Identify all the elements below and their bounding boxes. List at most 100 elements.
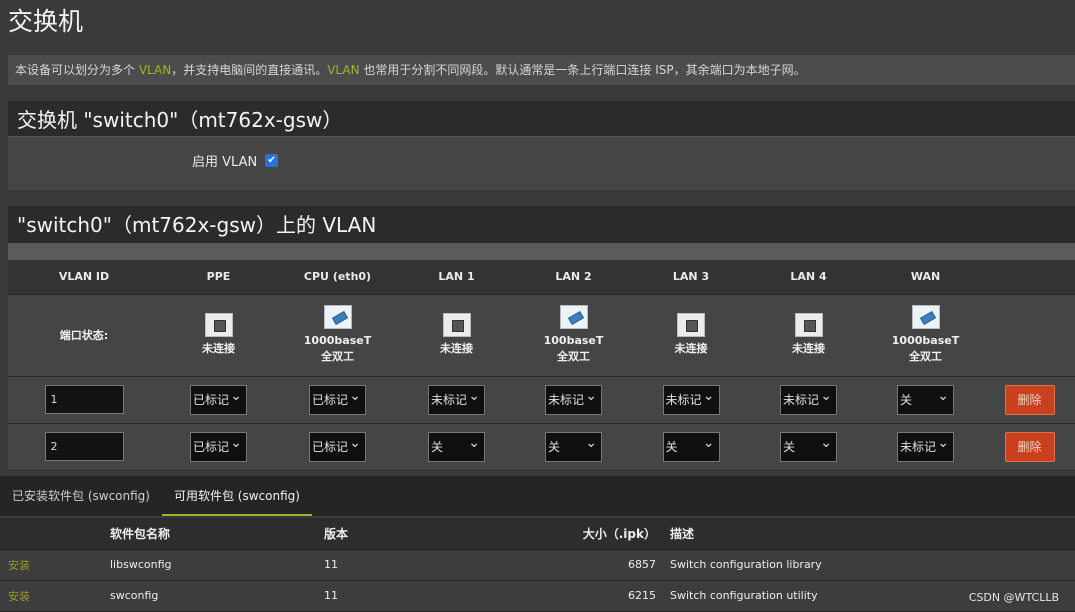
enable-vlan-row: 启用 VLAN ✔: [192, 151, 279, 170]
port-disconnected-icon: [677, 313, 705, 337]
port-setting-cell: 已标记: [160, 423, 277, 471]
checkmark-icon: ✔: [267, 155, 276, 166]
enable-vlan-label: 启用 VLAN: [192, 155, 258, 170]
package-column-header: 描述: [670, 518, 1075, 550]
port-setting-cell: 未标记: [750, 376, 867, 424]
column-header: WAN: [867, 260, 984, 295]
package-table: 软件包名称 版本 大小（.ipk） 描述 安装 libswconfig 11 6857 Swi…: [0, 518, 1075, 612]
port-tag-select[interactable]: 未标记: [780, 382, 837, 415]
vlan-id-input[interactable]: 1: [44, 385, 124, 414]
port-status-text: 未连接: [440, 342, 473, 355]
column-header: PPE: [160, 260, 277, 295]
port-status-cell: 1000baseT 全双工: [867, 294, 984, 377]
port-status-cell: 未连接: [398, 294, 515, 377]
vlan-id-input[interactable]: 2: [44, 432, 124, 461]
port-status-text: 未连接: [202, 342, 235, 355]
port-tag-select[interactable]: 未标记: [428, 382, 485, 415]
delete-vlan-button[interactable]: 删除: [1004, 384, 1055, 415]
vlan-section-title: "switch0"（mt762x-gsw）上的 VLAN: [8, 206, 1075, 243]
column-header: CPU (eth0): [277, 260, 398, 295]
delete-cell: 删除: [984, 376, 1075, 424]
install-cell: 安装: [0, 580, 110, 612]
package-column-header: 大小（.ipk）: [484, 518, 670, 550]
port-status-label: 端口状态:: [8, 294, 160, 377]
port-tag-select[interactable]: 未标记: [662, 382, 720, 415]
port-status-row: 端口状态: 未连接 1000baseT 全双工 未连接 100baseT 全双工 未连接 未连接…: [8, 294, 1075, 377]
port-status-text: 1000baseT: [303, 334, 372, 347]
port-status-text: 100baseT: [543, 334, 604, 347]
install-cell: 安装: [0, 549, 110, 581]
port-setting-cell: 未标记: [867, 423, 984, 471]
install-link[interactable]: 安装: [0, 559, 30, 572]
vlan-table-header: VLAN ID PPE CPU (eth0) LAN 1 LAN 2 LAN 3 LAN 4…: [8, 260, 1075, 295]
package-table-header: 软件包名称 版本 大小（.ipk） 描述: [0, 518, 1075, 550]
vlan-id-cell: 2: [8, 423, 160, 471]
port-disconnected-icon: [442, 313, 471, 337]
column-header: LAN 1: [398, 260, 515, 295]
column-header: LAN 4: [750, 260, 867, 295]
port-tag-select[interactable]: 关: [780, 429, 837, 462]
port-status-cell: 未连接: [750, 294, 867, 377]
port-tag-select[interactable]: 关: [545, 429, 602, 462]
vlan-table: VLAN ID PPE CPU (eth0) LAN 1 LAN 2 LAN 3 LAN 4…: [8, 260, 1075, 471]
column-header-actions: [984, 260, 1075, 295]
port-status-cell: 未连接: [160, 294, 277, 377]
port-tag-select[interactable]: 已标记: [190, 429, 247, 462]
port-disconnected-icon: [204, 313, 233, 337]
port-duplex-text: 全双工: [321, 350, 354, 363]
package-row: 安装 swconfig 11 6215 Switch configuration uti…: [0, 580, 1075, 612]
watermark: CSDN @WTCLLB: [968, 591, 1059, 604]
package-column-header: [0, 518, 110, 550]
port-status-text: 1000baseT: [891, 334, 960, 347]
page-title: 交换机: [8, 7, 84, 36]
package-tabs: 已安装软件包 (swconfig) 可用软件包 (swconfig): [0, 476, 1075, 516]
port-tag-select[interactable]: 关: [428, 429, 485, 462]
tab-available-packages[interactable]: 可用软件包 (swconfig): [161, 476, 312, 516]
package-version: 11: [324, 580, 484, 612]
install-link[interactable]: 安装: [0, 590, 30, 603]
vlan-section: "switch0"（mt762x-gsw）上的 VLAN VLAN ID PPE C…: [8, 206, 1075, 472]
port-tag-select[interactable]: 未标记: [545, 382, 602, 415]
port-setting-cell: 关: [515, 423, 632, 471]
tab-installed-packages[interactable]: 已安装软件包 (swconfig): [0, 476, 162, 516]
port-status-cell: 未连接: [632, 294, 750, 377]
column-header: LAN 2: [515, 260, 632, 295]
port-setting-cell: 已标记: [277, 423, 398, 471]
port-tag-select[interactable]: 已标记: [309, 429, 366, 462]
switch-section: 交换机 "switch0"（mt762x-gsw） 启用 VLAN ✔: [8, 101, 1075, 190]
port-tag-select[interactable]: 关: [662, 429, 720, 462]
port-disconnected-icon: [794, 313, 823, 337]
vlan-row: 1 已标记 已标记 未标记 未标记 未标记 未标记 关 删除: [8, 376, 1075, 424]
package-description: Switch configuration library: [670, 549, 1075, 581]
port-setting-cell: 关: [398, 423, 515, 471]
port-tag-select[interactable]: 关: [897, 382, 954, 415]
port-tag-select[interactable]: 已标记: [190, 382, 247, 415]
port-connected-icon: [911, 305, 940, 329]
package-name: swconfig: [110, 580, 324, 612]
port-setting-cell: 未标记: [632, 376, 750, 424]
package-column-header: 软件包名称: [110, 518, 324, 550]
package-row: 安装 libswconfig 11 6857 Switch configuration …: [0, 549, 1075, 581]
package-column-header: 版本: [324, 518, 484, 550]
port-tag-select[interactable]: 已标记: [309, 382, 366, 415]
delete-cell: 删除: [984, 423, 1075, 471]
port-setting-cell: 关: [750, 423, 867, 471]
port-duplex-text: 全双工: [909, 350, 942, 363]
page-description: 本设备可以划分为多个 VLAN，并支持电脑间的直接通讯。VLAN 也常用于分割不…: [8, 55, 1075, 85]
package-size: 6857: [484, 549, 670, 581]
port-setting-cell: 关: [632, 423, 750, 471]
port-setting-cell: 未标记: [398, 376, 515, 424]
enable-vlan-checkbox[interactable]: ✔: [265, 154, 279, 167]
port-setting-cell: 未标记: [515, 376, 632, 424]
port-status-cell: 100baseT 全双工: [515, 294, 632, 377]
port-status-text: 未连接: [792, 342, 825, 355]
port-status-text: 未连接: [674, 342, 708, 355]
port-setting-cell: 关: [867, 376, 984, 424]
empty-cell: [984, 294, 1075, 377]
column-header: LAN 3: [632, 260, 750, 295]
delete-vlan-button[interactable]: 删除: [1004, 431, 1055, 462]
package-name: libswconfig: [110, 549, 324, 581]
port-setting-cell: 已标记: [160, 376, 277, 424]
port-tag-select[interactable]: 未标记: [897, 429, 954, 462]
port-status-cell: 1000baseT 全双工: [277, 294, 398, 377]
